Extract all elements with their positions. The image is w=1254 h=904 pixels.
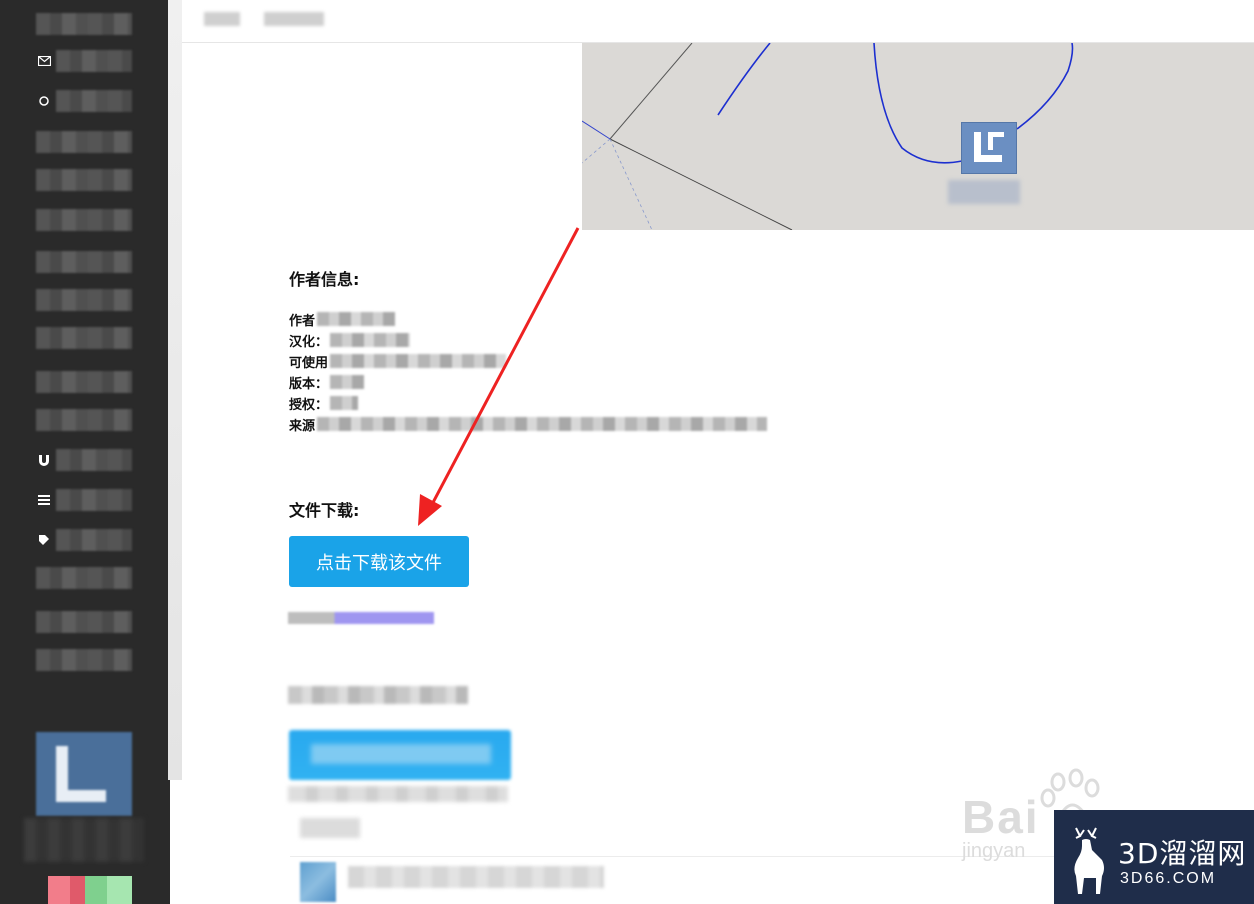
- info-row-compat: 可使用: [289, 352, 507, 371]
- sidebar-item-list[interactable]: [36, 488, 132, 512]
- sidebar-item[interactable]: [36, 288, 132, 312]
- sidebar-logo: [36, 732, 132, 816]
- blurred-text: [288, 686, 468, 704]
- preview-caption: [948, 180, 1020, 204]
- sidebar-item[interactable]: [36, 408, 132, 432]
- blurred-label: [300, 818, 360, 838]
- author-info-title: 作者信息:: [289, 270, 360, 289]
- info-label: 可使用: [289, 355, 329, 371]
- info-label: 来源: [289, 418, 316, 434]
- related-title[interactable]: [348, 866, 604, 888]
- top-bar-item[interactable]: [264, 12, 324, 26]
- tag-icon: [36, 532, 52, 548]
- sidebar-item[interactable]: [36, 326, 132, 350]
- list-icon: [36, 492, 52, 508]
- info-label: 作者: [289, 313, 316, 329]
- top-bar: [182, 0, 1254, 43]
- file-download-title: 文件下载:: [289, 501, 360, 520]
- sidebar-item-tag[interactable]: [36, 528, 132, 552]
- sidebar-item[interactable]: [36, 250, 132, 274]
- sidebar-item[interactable]: [36, 370, 132, 394]
- deer-icon: [1074, 827, 1104, 894]
- sidebar-color-swatches: [48, 876, 132, 904]
- mail-icon: [36, 53, 52, 69]
- sidebar-item[interactable]: [36, 566, 132, 590]
- preview-image: [582, 43, 1254, 230]
- magnet-icon: [36, 452, 52, 468]
- secondary-button[interactable]: [289, 730, 511, 780]
- brand-domain: 3D66.COM: [1120, 870, 1217, 887]
- brand-watermark: 3D溜溜网 3D66.COM: [1054, 810, 1254, 904]
- sidebar-item[interactable]: [36, 648, 132, 672]
- baidu-word: Bai: [962, 791, 1040, 843]
- info-label: 版本：: [289, 376, 329, 392]
- blurred-text: [288, 786, 508, 802]
- baidu-watermark: Bai jingyan: [962, 768, 1100, 863]
- sidebar-item-mail[interactable]: [36, 49, 132, 73]
- info-label: 汉化：: [289, 334, 329, 350]
- top-bar-item[interactable]: [204, 12, 240, 26]
- download-link[interactable]: [288, 612, 434, 624]
- brand-name: 3D溜溜网: [1118, 837, 1247, 870]
- sidebar-item[interactable]: [36, 168, 132, 192]
- info-row-version: 版本：: [289, 373, 365, 392]
- sidebar-blurred-text: [24, 818, 144, 862]
- sidebar: [0, 0, 170, 904]
- sidebar-edge: [168, 0, 182, 780]
- sidebar-item[interactable]: [36, 12, 132, 36]
- info-row-author: 作者: [289, 310, 396, 329]
- info-row-license: 授权：: [289, 394, 359, 413]
- software-logo-icon: [961, 122, 1017, 174]
- sidebar-item-magnet[interactable]: [36, 448, 132, 472]
- sidebar-item-circle[interactable]: [36, 89, 132, 113]
- info-label: 授权：: [289, 397, 329, 413]
- sidebar-item[interactable]: [36, 130, 132, 154]
- info-row-source: 来源: [289, 415, 768, 434]
- sidebar-item[interactable]: [36, 610, 132, 634]
- divider: [290, 856, 1056, 857]
- info-row-localization: 汉化：: [289, 331, 411, 350]
- related-thumbnail[interactable]: [300, 862, 336, 902]
- download-file-button[interactable]: 点击下载该文件: [289, 536, 469, 587]
- sidebar-item[interactable]: [36, 208, 132, 232]
- circle-icon: [36, 93, 52, 109]
